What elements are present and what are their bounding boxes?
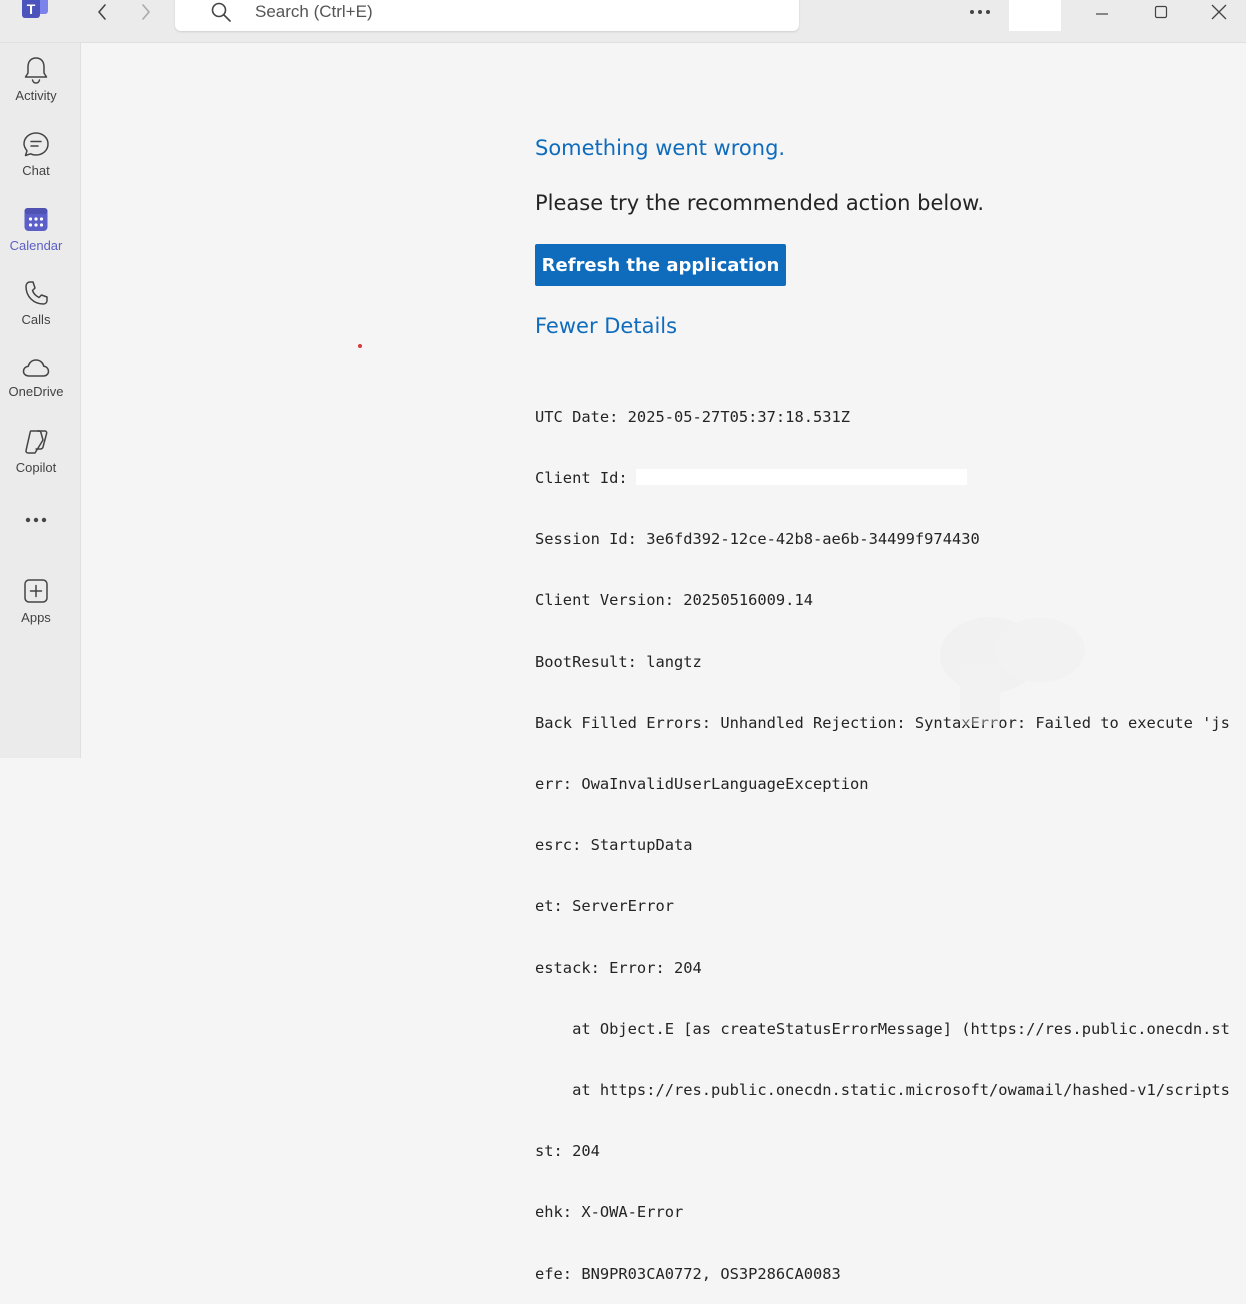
maximize-icon — [1154, 5, 1168, 19]
teams-logo-icon[interactable]: T — [22, 0, 50, 20]
rail-label-activity: Activity — [15, 88, 57, 103]
maximize-button[interactable] — [1144, 0, 1178, 24]
rail-item-onedrive[interactable]: OneDrive — [0, 355, 72, 415]
title-bar: T Search (Ctrl+E) — [0, 0, 1246, 43]
redacted-client-id — [635, 469, 967, 486]
error-details: UTC Date: 2025-05-27T05:37:18.531Z Clien… — [535, 366, 1246, 1304]
rail-label-calls: Calls — [21, 312, 51, 327]
rail-label-calendar: Calendar — [9, 238, 63, 253]
copilot-icon — [25, 430, 48, 454]
bell-icon — [24, 57, 48, 84]
chat-icon — [23, 132, 49, 157]
rail-label-apps: Apps — [21, 610, 51, 625]
detail-st: st: 204 — [535, 1142, 600, 1161]
search-placeholder: Search (Ctrl+E) — [255, 2, 373, 21]
detail-efe: efe: BN9PR03CA0772, OS3P286CA0083 — [535, 1264, 841, 1283]
phone-icon — [25, 281, 48, 305]
detail-client-version: Client Version: 20250516009.14 — [535, 591, 813, 610]
svg-text:T: T — [27, 1, 36, 17]
rail-label-chat: Chat — [22, 163, 50, 178]
detail-ehk: ehk: X-OWA-Error — [535, 1203, 684, 1222]
detail-client-id: Client Id: — [535, 468, 1246, 488]
detail-session-id: Session Id: 3e6fd392-12ce-42b8-ae6b-3449… — [535, 530, 980, 549]
detail-estack-line-2: at https://res.public.onecdn.static.micr… — [535, 1081, 1230, 1100]
detail-boot-result: BootResult: langtz — [535, 652, 702, 671]
rail-item-calls[interactable]: Calls — [0, 279, 72, 339]
rail-item-more[interactable] — [0, 516, 72, 536]
cursor-dot — [358, 344, 362, 348]
forward-button[interactable] — [134, 0, 158, 24]
rail-label-onedrive: OneDrive — [8, 384, 64, 399]
close-icon — [1211, 4, 1227, 20]
chevron-left-icon — [98, 4, 106, 20]
detail-utc-date: UTC Date: 2025-05-27T05:37:18.531Z — [535, 407, 851, 426]
minimize-button[interactable] — [1085, 0, 1119, 24]
more-options-button[interactable] — [964, 0, 996, 24]
chevron-right-icon — [142, 4, 150, 20]
search-icon — [209, 0, 233, 24]
calendar-icon — [24, 208, 48, 231]
detail-err: err: OwaInvalidUserLanguageException — [535, 775, 869, 794]
app-rail: Activity Chat Calendar Calls OneDrive Co… — [0, 43, 81, 758]
back-button[interactable] — [90, 0, 114, 24]
detail-et: et: ServerError — [535, 897, 674, 916]
search-input[interactable]: Search (Ctrl+E) — [175, 0, 799, 31]
detail-client-id-label: Client Id: — [535, 469, 628, 488]
cloud-icon — [22, 359, 50, 377]
watermark-logo-icon — [920, 605, 1110, 725]
close-window-button[interactable] — [1202, 0, 1236, 24]
avatar[interactable] — [1009, 0, 1061, 31]
fewer-details-link[interactable]: Fewer Details — [535, 314, 677, 338]
refresh-application-button[interactable]: Refresh the application — [535, 244, 786, 286]
add-app-icon — [24, 579, 48, 603]
error-title: Something went wrong. — [535, 136, 786, 160]
rail-item-apps[interactable]: Apps — [0, 577, 72, 637]
detail-esrc: esrc: StartupData — [535, 836, 693, 855]
minimize-icon — [1096, 13, 1108, 15]
rail-item-activity[interactable]: Activity — [0, 55, 72, 115]
detail-estack: estack: Error: 204 — [535, 958, 702, 977]
rail-label-copilot: Copilot — [15, 460, 57, 475]
more-icon — [25, 517, 47, 523]
detail-estack-line-1: at Object.E [as createStatusErrorMessage… — [535, 1019, 1230, 1038]
rail-item-calendar[interactable]: Calendar — [0, 205, 72, 265]
rail-item-chat[interactable]: Chat — [0, 130, 72, 190]
error-subtitle: Please try the recommended action below. — [535, 191, 984, 215]
detail-back-filled-errors: Back Filled Errors: Unhandled Rejection:… — [535, 713, 1230, 732]
rail-item-copilot[interactable]: Copilot — [0, 427, 72, 487]
more-icon — [970, 10, 990, 14]
